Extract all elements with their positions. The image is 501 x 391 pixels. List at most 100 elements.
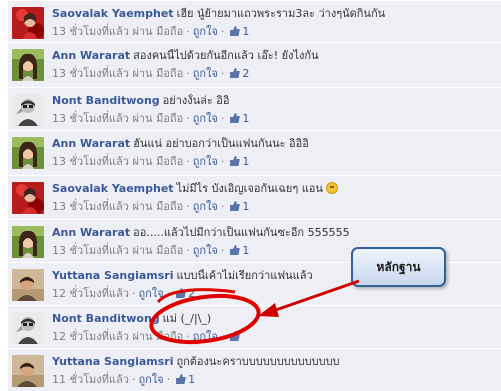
- meta-separator: ·: [166, 373, 171, 386]
- like-link[interactable]: ถูกใจ: [193, 25, 218, 38]
- thumbs-up-icon: [230, 245, 241, 255]
- like-count[interactable]: 1: [242, 244, 249, 257]
- like-link[interactable]: ถูกใจ: [138, 287, 163, 300]
- comment-timestamp[interactable]: 12 ชั่วโมงที่แล้ว: [52, 287, 129, 300]
- avatar[interactable]: [12, 182, 44, 214]
- meta-separator: ·: [220, 155, 225, 168]
- avatar[interactable]: [12, 94, 44, 126]
- meta-separator: ·: [220, 200, 225, 213]
- comment-timestamp[interactable]: 13 ชั่วโมงที่แล้ว: [52, 67, 129, 80]
- thumbs-up-icon: [230, 113, 241, 123]
- via-mobile-label: ผ่าน มือถือ: [132, 155, 184, 168]
- comment-text-line: Nont Banditwong อย่างงั้นล่ะ อิอิ: [52, 94, 497, 108]
- comment-meta: 13 ชั่วโมงที่แล้ว ผ่าน มือถือ · ถูกใจ · 2: [52, 67, 249, 80]
- comment-timestamp[interactable]: 13 ชั่วโมงที่แล้ว: [52, 200, 129, 213]
- like-count[interactable]: 1: [188, 373, 195, 386]
- comment-row: Ann Wararat ฮั่นแน่ อย่าบอกว่าเป็นแฟนกันน…: [8, 130, 501, 170]
- comment-author-link[interactable]: Yuttana Sangiamsri: [52, 269, 173, 282]
- comment-row: Ann Wararat สองคนนี้ไปด้วยกันอีกแล้ว เอ๊ะ…: [8, 42, 501, 82]
- comment-author-link[interactable]: Nont Banditwong: [52, 94, 160, 107]
- like-link[interactable]: ถูกใจ: [138, 373, 163, 386]
- comment-timestamp[interactable]: 13 ชั่วโมงที่แล้ว: [52, 244, 129, 257]
- comment-body: ไม่มีไร บังเอิญเจอกันเฉยๆ แอน: [176, 182, 323, 195]
- comment-text-line: Saovalak Yaemphet ไม่มีไร บังเอิญเจอกันเฉ…: [52, 182, 497, 196]
- like-link[interactable]: ถูกใจ: [193, 155, 218, 168]
- comment-body: ออ.....แล้วไปมีกว่าเป็นแฟนกันซะอีก 55555…: [133, 226, 350, 239]
- avatar[interactable]: [12, 49, 44, 81]
- avatar[interactable]: [12, 269, 44, 301]
- via-mobile-label: ผ่าน มือถือ: [132, 330, 184, 343]
- comment-meta: 12 ชั่วโมงที่แล้ว · ถูกใจ · 2: [52, 287, 195, 300]
- meta-separator: ·: [166, 287, 171, 300]
- comment-feed: Saovalak Yaemphet เฮีย นู๋ย้ายมาแถวพระราม…: [8, 0, 501, 391]
- meta-separator: ·: [186, 330, 190, 343]
- thumbs-up-icon: [230, 156, 241, 166]
- meta-separator: ·: [186, 155, 190, 168]
- comment-timestamp[interactable]: 13 ชั่วโมงที่แล้ว: [52, 112, 129, 125]
- comment-author-link[interactable]: Yuttana Sangiamsri: [52, 355, 173, 368]
- comment-row: Yuttana Sangiamsri ถูกต้องนะคราบบบบบบบบบบ…: [8, 348, 501, 388]
- avatar[interactable]: [12, 226, 44, 258]
- like-count[interactable]: 2: [188, 287, 195, 300]
- comment-author-link[interactable]: Saovalak Yaemphet: [52, 7, 174, 20]
- comment-author-link[interactable]: Ann Wararat: [52, 226, 130, 239]
- avatar[interactable]: [12, 7, 44, 39]
- comment-text-line: Ann Wararat สองคนนี้ไปด้วยกันอีกแล้ว เอ๊ะ…: [52, 49, 497, 63]
- avatar[interactable]: [12, 312, 44, 344]
- meta-separator: ·: [186, 112, 190, 125]
- meta-separator: ·: [220, 67, 225, 80]
- comment-meta: 13 ชั่วโมงที่แล้ว ผ่าน มือถือ · ถูกใจ · 1: [52, 244, 249, 257]
- like-link[interactable]: ถูกใจ: [193, 67, 218, 80]
- comment-row: Nont Banditwong แม่ (_/|\_) 12 ชั่วโมงที่แ…: [8, 305, 501, 345]
- annotation-callout: หลักฐาน: [351, 247, 446, 287]
- comment-timestamp[interactable]: 11 ชั่วโมงที่แล้ว: [52, 373, 129, 386]
- via-mobile-label: ผ่าน มือถือ: [132, 67, 184, 80]
- comment-row: Saovalak Yaemphet ไม่มีไร บังเอิญเจอกันเฉ…: [8, 175, 501, 215]
- comment-meta: 12 ชั่วโมงที่แล้ว ผ่าน มือถือ · ถูกใจ ·: [52, 330, 242, 343]
- thumbs-up-icon: [230, 26, 241, 36]
- meta-separator: ·: [220, 112, 225, 125]
- like-link[interactable]: ถูกใจ: [193, 330, 218, 343]
- like-count[interactable]: 1: [242, 200, 249, 213]
- comment-timestamp[interactable]: 12 ชั่วโมงที่แล้ว: [52, 330, 129, 343]
- comment-text-line: Saovalak Yaemphet เฮีย นู๋ย้ายมาแถวพระราม…: [52, 7, 497, 21]
- smiley-emoji-icon: [325, 182, 338, 194]
- comment-author-link[interactable]: Nont Banditwong: [52, 312, 160, 325]
- comment-author-link[interactable]: Saovalak Yaemphet: [52, 182, 174, 195]
- thumbs-up-icon: [230, 331, 241, 341]
- like-link[interactable]: ถูกใจ: [193, 112, 218, 125]
- thumbs-up-icon: [230, 201, 241, 211]
- like-count[interactable]: 1: [242, 155, 249, 168]
- comment-row: Saovalak Yaemphet เฮีย นู๋ย้ายมาแถวพระราม…: [8, 0, 501, 40]
- comment-body: เฮีย นู๋ย้ายมาแถวพระราม3ละ ว่างๆนัดกินกั…: [176, 7, 386, 20]
- comment-timestamp[interactable]: 13 ชั่วโมงที่แล้ว: [52, 25, 129, 38]
- comment-timestamp[interactable]: 13 ชั่วโมงที่แล้ว: [52, 155, 129, 168]
- avatar[interactable]: [12, 137, 44, 169]
- via-mobile-label: ผ่าน มือถือ: [132, 112, 184, 125]
- like-count[interactable]: 1: [242, 25, 249, 38]
- comment-meta: 13 ชั่วโมงที่แล้ว ผ่าน มือถือ · ถูกใจ · 1: [52, 155, 249, 168]
- like-count[interactable]: 2: [242, 67, 249, 80]
- comment-meta: 13 ชั่วโมงที่แล้ว ผ่าน มือถือ · ถูกใจ · 1: [52, 200, 249, 213]
- via-mobile-label: ผ่าน มือถือ: [132, 25, 184, 38]
- like-link[interactable]: ถูกใจ: [193, 200, 218, 213]
- comment-author-link[interactable]: Ann Wararat: [52, 49, 130, 62]
- comment-meta: 13 ชั่วโมงที่แล้ว ผ่าน มือถือ · ถูกใจ · 1: [52, 25, 249, 38]
- meta-separator: ·: [220, 244, 225, 257]
- like-link[interactable]: ถูกใจ: [193, 244, 218, 257]
- comment-meta: 13 ชั่วโมงที่แล้ว ผ่าน มือถือ · ถูกใจ · 1: [52, 112, 249, 125]
- via-mobile-label: ผ่าน มือถือ: [132, 244, 184, 257]
- via-mobile-label: ผ่าน มือถือ: [132, 200, 184, 213]
- thumbs-up-icon: [230, 68, 241, 78]
- like-count[interactable]: 1: [242, 112, 249, 125]
- comment-body: ฮั่นแน่ อย่าบอกว่าเป็นแฟนกันนะ อิอิอิ: [133, 137, 309, 150]
- comment-body: สองคนนี้ไปด้วยกันอีกแล้ว เอ๊ะ! ยังไงกัน: [133, 49, 319, 62]
- meta-separator: ·: [186, 244, 190, 257]
- comment-body: แบบนี้เค้าไม่เรียกว่าแฟนแล้ว: [176, 269, 313, 282]
- meta-separator: ·: [186, 25, 190, 38]
- meta-separator: ·: [186, 200, 190, 213]
- comment-author-link[interactable]: Ann Wararat: [52, 137, 130, 150]
- comment-row: Nont Banditwong อย่างงั้นล่ะ อิอิ 13 ชั่วโ…: [8, 87, 501, 127]
- comment-text-line: Nont Banditwong แม่ (_/|\_): [52, 312, 497, 326]
- avatar[interactable]: [12, 355, 44, 387]
